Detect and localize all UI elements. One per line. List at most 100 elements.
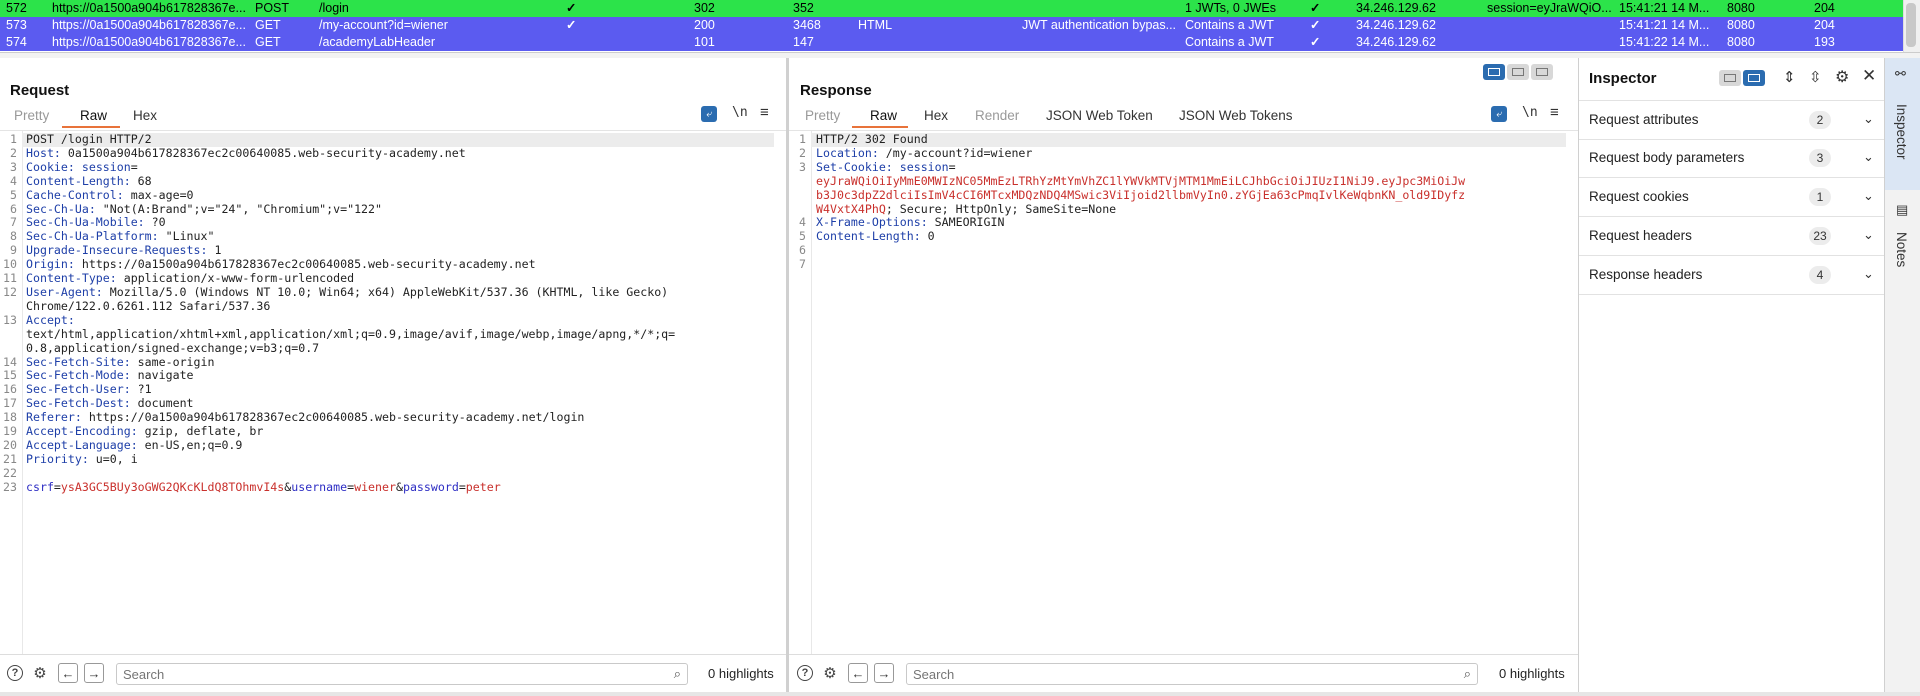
response-tab-pretty[interactable]: Pretty [805,108,840,123]
code-token: 0 [920,229,935,244]
collapse-all-icon[interactable]: ⇳ [1809,68,1822,86]
line-number: 22 [3,465,17,480]
arrow-left-icon[interactable]: ← [58,663,78,683]
code-line: Sec-Fetch-User: ?1 [26,382,776,397]
row-length: 3468 [793,18,821,32]
line-number [0,342,17,356]
newline-toggle[interactable]: \n [1522,105,1538,120]
code-token: text/html,application/xhtml+xml,applicat… [26,326,676,341]
response-tab-hex[interactable]: Hex [924,108,948,123]
inspector-section-request-attributes[interactable]: Request attributes 2 ⌄ [1579,100,1885,140]
inspector-layout-toggle [1719,70,1765,86]
inspector-layout-panel-icon[interactable] [1743,70,1765,86]
history-scrollbar-thumb[interactable] [1906,3,1916,47]
side-tab-notes[interactable]: ▤ Notes [1885,196,1920,296]
arrow-left-icon[interactable]: ← [848,663,868,683]
line-number: 2 [799,145,806,160]
code-token: Location: [816,145,879,160]
chevron-down-icon[interactable]: ⌄ [1863,227,1874,243]
row-method: GET [255,35,281,49]
code-token: https://0a1500a904b617828367ec2c00640085… [74,257,536,272]
help-icon[interactable]: ? [5,663,25,683]
help-icon[interactable]: ? [795,663,815,683]
history-row[interactable]: 573 https://0a1500a904b617828367e... GET… [0,17,1903,34]
code-token: ?0 [144,215,166,230]
code-token: Content-Length: [816,229,921,244]
chevron-down-icon[interactable]: ⌄ [1863,111,1874,127]
gear-icon[interactable]: ⚙ [1835,67,1849,87]
row-host: https://0a1500a904b617828367e... [52,35,246,49]
request-tab-hex[interactable]: Hex [133,108,157,123]
code-token: Sec-Fetch-User: [26,382,131,397]
code-token: peter [465,479,501,494]
code-line: Referer: https://0a1500a904b617828367ec2… [26,410,776,425]
layout-side-by-side-icon[interactable] [1483,64,1505,80]
menu-icon[interactable]: ≡ [760,104,769,121]
response-tab-json-web-token[interactable]: JSON Web Token [1046,108,1153,123]
request-raw-text[interactable]: POST /login HTTP/2 Host: 0a1500a904b61782… [26,132,776,495]
row-number: 572 [6,1,27,15]
response-search-input[interactable] [907,664,1477,684]
code-line: W4VxtX4PhQ; Secure; HttpOnly; SameSite=N… [816,202,1571,217]
request-tab-raw[interactable]: Raw [80,108,107,123]
row-extra: 204 [1814,1,1835,15]
menu-icon[interactable]: ≡ [1550,104,1559,121]
history-row[interactable]: 574 https://0a1500a904b617828367e... GET… [0,34,1903,51]
response-editor[interactable]: 123 4567 HTTP/2 302 Found Location: /my-a… [789,130,1578,655]
inspector-layout-list-icon[interactable] [1719,70,1741,86]
code-token: en-US,en;q=0.9 [137,437,243,452]
request-search-field[interactable]: ⌕ [116,663,688,685]
line-number: 2 [10,145,17,160]
arrow-right-icon[interactable]: → [84,663,104,683]
code-token: csrf [26,479,54,494]
request-search-input[interactable] [117,664,687,684]
chevron-down-icon[interactable]: ⌄ [1863,188,1874,204]
code-token: same-origin [130,354,215,369]
history-row[interactable]: 572 https://0a1500a904b617828367e... POS… [0,0,1903,17]
line-number: 15 [3,368,17,383]
code-token: eyJraWQiOiIyMmE0MWIzNC05MmEzLTRhYzMtYmVh… [816,173,1466,188]
status-strip [0,692,1920,696]
word-wrap-icon[interactable]: ⤶ [1491,106,1507,122]
response-tab-raw[interactable]: Raw [870,108,897,123]
line-number: 1 [10,132,17,146]
highlights-count: 0 highlights [708,666,774,681]
response-tab-json-web-tokens[interactable]: JSON Web Tokens [1179,108,1293,123]
row-cookies: session=eyJraWQiO... [1487,1,1612,15]
line-number: 3 [799,159,806,174]
newline-toggle[interactable]: \n [732,105,748,120]
response-tab-render[interactable]: Render [975,108,1019,123]
side-tab-inspector[interactable]: ⚯ Inspector [1885,58,1920,190]
request-tab-pretty[interactable]: Pretty [14,108,49,123]
inspector-section-request-body-parameters[interactable]: Request body parameters 3 ⌄ [1579,139,1885,178]
row-method: GET [255,18,281,32]
inspector-section-response-headers[interactable]: Response headers 4 ⌄ [1579,256,1885,295]
gear-icon[interactable]: ⚙ [30,663,50,683]
code-token: = [458,479,466,494]
inspector-title: Inspector [1589,70,1657,87]
arrow-right-icon[interactable]: → [874,663,894,683]
code-line: eyJraWQiOiIyMmE0MWIzNC05MmEzLTRhYzMtYmVh… [816,173,1571,189]
expand-all-icon[interactable]: ⇕ [1783,68,1796,86]
chevron-down-icon[interactable]: ⌄ [1863,149,1874,165]
row-url: /login [319,1,349,15]
inspector-section-request-cookies[interactable]: Request cookies 1 ⌄ [1579,178,1885,217]
response-raw-text[interactable]: HTTP/2 302 Found Location: /my-account?id… [816,132,1571,272]
code-token: Chrome/122.0.6261.112 Safari/537.36 [26,298,271,313]
request-editor[interactable]: 1 2 3 4 5 6 7 8 9 10 11 12 13 14 15 16 17 18 19 20 21 22 23 … [0,130,786,655]
close-icon[interactable]: ✕ [1862,66,1876,86]
word-wrap-icon[interactable]: ⤶ [701,106,717,122]
highlights-count: 0 highlights [1499,666,1565,681]
layout-tabbed-icon[interactable] [1531,64,1553,80]
chevron-down-icon[interactable]: ⌄ [1863,266,1874,282]
row-notes: Contains a JWT [1185,35,1274,49]
row-port: 8080 [1727,1,1755,15]
line-number: 7 [799,257,806,272]
layout-stacked-icon[interactable] [1507,64,1529,80]
section-count-badge: 23 [1809,227,1831,245]
inspector-section-request-headers[interactable]: Request headers 23 ⌄ [1579,217,1885,256]
response-search-field[interactable]: ⌕ [906,663,1478,685]
code-line: Host: 0a1500a904b617828367ec2c00640085.w… [26,146,776,161]
line-number: 8 [10,229,17,244]
gear-icon[interactable]: ⚙ [820,663,840,683]
